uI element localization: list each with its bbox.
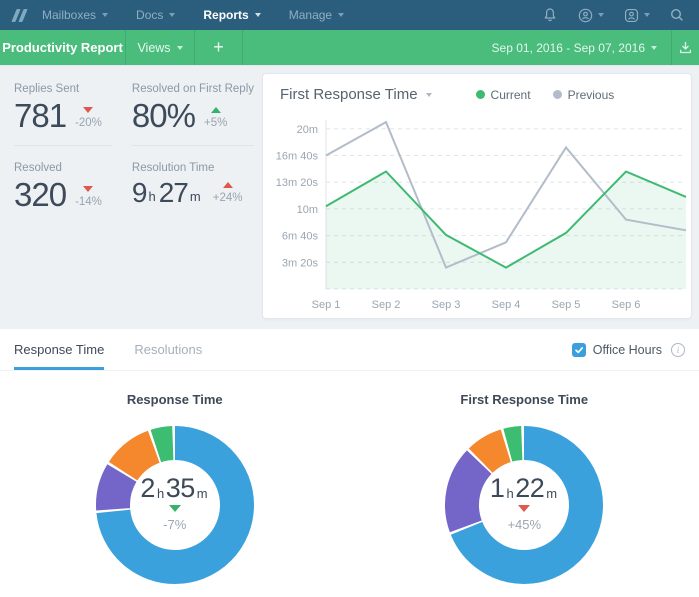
trend-down-icon bbox=[83, 107, 94, 114]
chevron-down-icon bbox=[169, 13, 176, 17]
stat-delta: -20% bbox=[75, 117, 102, 130]
x-tick-label: Sep 6 bbox=[612, 299, 641, 311]
y-tick-label: 20m bbox=[297, 124, 318, 136]
legend-item-current: Current bbox=[475, 88, 531, 102]
previous-dot-icon bbox=[552, 90, 562, 99]
stat-value-hours: 9 bbox=[131, 177, 148, 209]
stat-resolved-first-reply: Resolved on First Reply 80% +5% bbox=[131, 83, 254, 147]
stat-resolution-time: Resolution Time 9 h 27 m +24% bbox=[132, 162, 254, 224]
nav-item-mailboxes[interactable]: Mailboxes bbox=[42, 8, 109, 22]
stat-delta: -14% bbox=[75, 196, 102, 209]
line-chart-svg: 20m 16m 40s 13m 20s 10m 6m 40s 3m 20s Sep 1 Sep… bbox=[276, 120, 687, 311]
x-tick-label: Sep 1 bbox=[312, 299, 341, 311]
trend-up-icon bbox=[222, 181, 233, 188]
response-time-donut-block: Response Time 2h 35 m -7% bbox=[0, 371, 350, 597]
report-summary-section: Replies Sent 781 -20% Resolved on First … bbox=[0, 65, 699, 329]
stat-label: Replies Sent bbox=[14, 83, 80, 95]
trend-up-icon bbox=[210, 107, 221, 114]
user-avatar-square-icon[interactable] bbox=[623, 7, 650, 24]
chevron-down-icon bbox=[254, 13, 261, 17]
current-area bbox=[326, 171, 686, 289]
chevron-down-icon bbox=[425, 92, 432, 97]
donut-title: Response Time bbox=[126, 392, 223, 407]
donut-charts-section: Response Time 2h 35 m -7% First Response … bbox=[0, 371, 699, 597]
x-tick-label: Sep 5 bbox=[552, 299, 581, 311]
info-icon[interactable]: i bbox=[671, 342, 685, 357]
stat-hours-unit: h bbox=[148, 188, 156, 204]
helpscout-logo-icon[interactable] bbox=[11, 8, 28, 22]
stat-label: Resolved on First Reply bbox=[131, 83, 254, 95]
chevron-down-icon bbox=[651, 45, 657, 50]
y-tick-label: 13m 20s bbox=[276, 177, 319, 189]
nav-item-reports[interactable]: Reports bbox=[203, 8, 261, 22]
top-navbar: Mailboxes Docs Reports Manage bbox=[0, 0, 699, 30]
chevron-down-icon bbox=[102, 13, 109, 17]
trend-down-icon bbox=[83, 186, 94, 193]
office-hours-label: Office Hours bbox=[592, 342, 662, 357]
check-icon bbox=[574, 346, 583, 353]
first-response-time-chart-card: First Response Time Current Previous 20m… bbox=[262, 73, 692, 319]
add-view-button[interactable]: + bbox=[195, 30, 243, 65]
report-tabs: Response Time Resolutions Office Hours i bbox=[0, 329, 699, 371]
productivity-report-app: Mailboxes Docs Reports Manage Productivi… bbox=[0, 0, 699, 597]
bell-icon[interactable] bbox=[542, 7, 558, 23]
stat-value-minutes: 27 bbox=[158, 177, 189, 209]
x-tick-label: Sep 2 bbox=[372, 299, 401, 311]
download-icon[interactable] bbox=[672, 30, 699, 65]
chevron-down-icon bbox=[176, 45, 183, 50]
date-range-picker[interactable]: Sep 01, 2016 - Sep 07, 2016 bbox=[478, 30, 672, 65]
stat-minutes-unit: m bbox=[189, 188, 201, 204]
y-tick-label: 6m 40s bbox=[282, 231, 319, 243]
chevron-down-icon bbox=[338, 13, 345, 17]
search-icon[interactable] bbox=[669, 7, 685, 23]
x-tick-label: Sep 3 bbox=[432, 299, 461, 311]
stat-replies-sent: Replies Sent 781 -20% bbox=[14, 83, 112, 147]
stat-value: 781 bbox=[14, 97, 67, 134]
donut-segment-blue bbox=[445, 426, 604, 584]
main-nav: Mailboxes Docs Reports Manage bbox=[42, 8, 345, 22]
stat-delta: +24% bbox=[212, 191, 243, 204]
views-dropdown[interactable]: Views bbox=[126, 30, 195, 65]
y-tick-label: 3m 20s bbox=[282, 257, 319, 269]
chevron-down-icon bbox=[644, 13, 650, 17]
nav-item-manage[interactable]: Manage bbox=[289, 8, 345, 22]
y-tick-label: 16m 40s bbox=[276, 151, 319, 163]
y-tick-label: 10m bbox=[297, 204, 318, 216]
response-time-donut-svg bbox=[95, 425, 254, 584]
report-toolbar: Productivity Report Views + Sep 01, 2016… bbox=[0, 30, 699, 65]
account-avatar-circle-icon[interactable] bbox=[577, 7, 604, 24]
chart-header: First Response Time Current Previous bbox=[280, 86, 679, 103]
stat-value: 80% bbox=[131, 97, 196, 134]
nav-item-docs[interactable]: Docs bbox=[136, 8, 176, 22]
legend-item-previous: Previous bbox=[552, 88, 614, 102]
first-response-time-donut-block: First Response Time 1h 22 m +45% bbox=[350, 371, 699, 597]
first-response-time-donut-svg bbox=[445, 426, 604, 584]
stats-panel: Replies Sent 781 -20% Resolved on First … bbox=[0, 66, 262, 224]
donut-title: First Response Time bbox=[460, 392, 589, 407]
stat-value: 320 bbox=[14, 176, 67, 214]
stat-resolved: Resolved 320 -14% bbox=[14, 162, 112, 224]
stat-delta: +5% bbox=[203, 117, 228, 130]
current-dot-icon bbox=[475, 90, 485, 99]
x-tick-label: Sep 4 bbox=[492, 299, 521, 311]
chart-legend: Current Previous bbox=[475, 88, 614, 102]
stat-label: Resolved bbox=[14, 162, 62, 175]
chevron-down-icon bbox=[598, 13, 604, 17]
page-title: Productivity Report bbox=[0, 30, 126, 65]
tab-resolutions[interactable]: Resolutions bbox=[134, 329, 202, 370]
tab-response-time[interactable]: Response Time bbox=[14, 329, 105, 370]
navbar-actions bbox=[542, 7, 685, 24]
office-hours-checkbox[interactable] bbox=[571, 342, 586, 357]
office-hours-control: Office Hours i bbox=[571, 329, 685, 370]
chart-metric-dropdown[interactable]: First Response Time bbox=[280, 86, 432, 103]
stat-label: Resolution Time bbox=[131, 162, 215, 175]
